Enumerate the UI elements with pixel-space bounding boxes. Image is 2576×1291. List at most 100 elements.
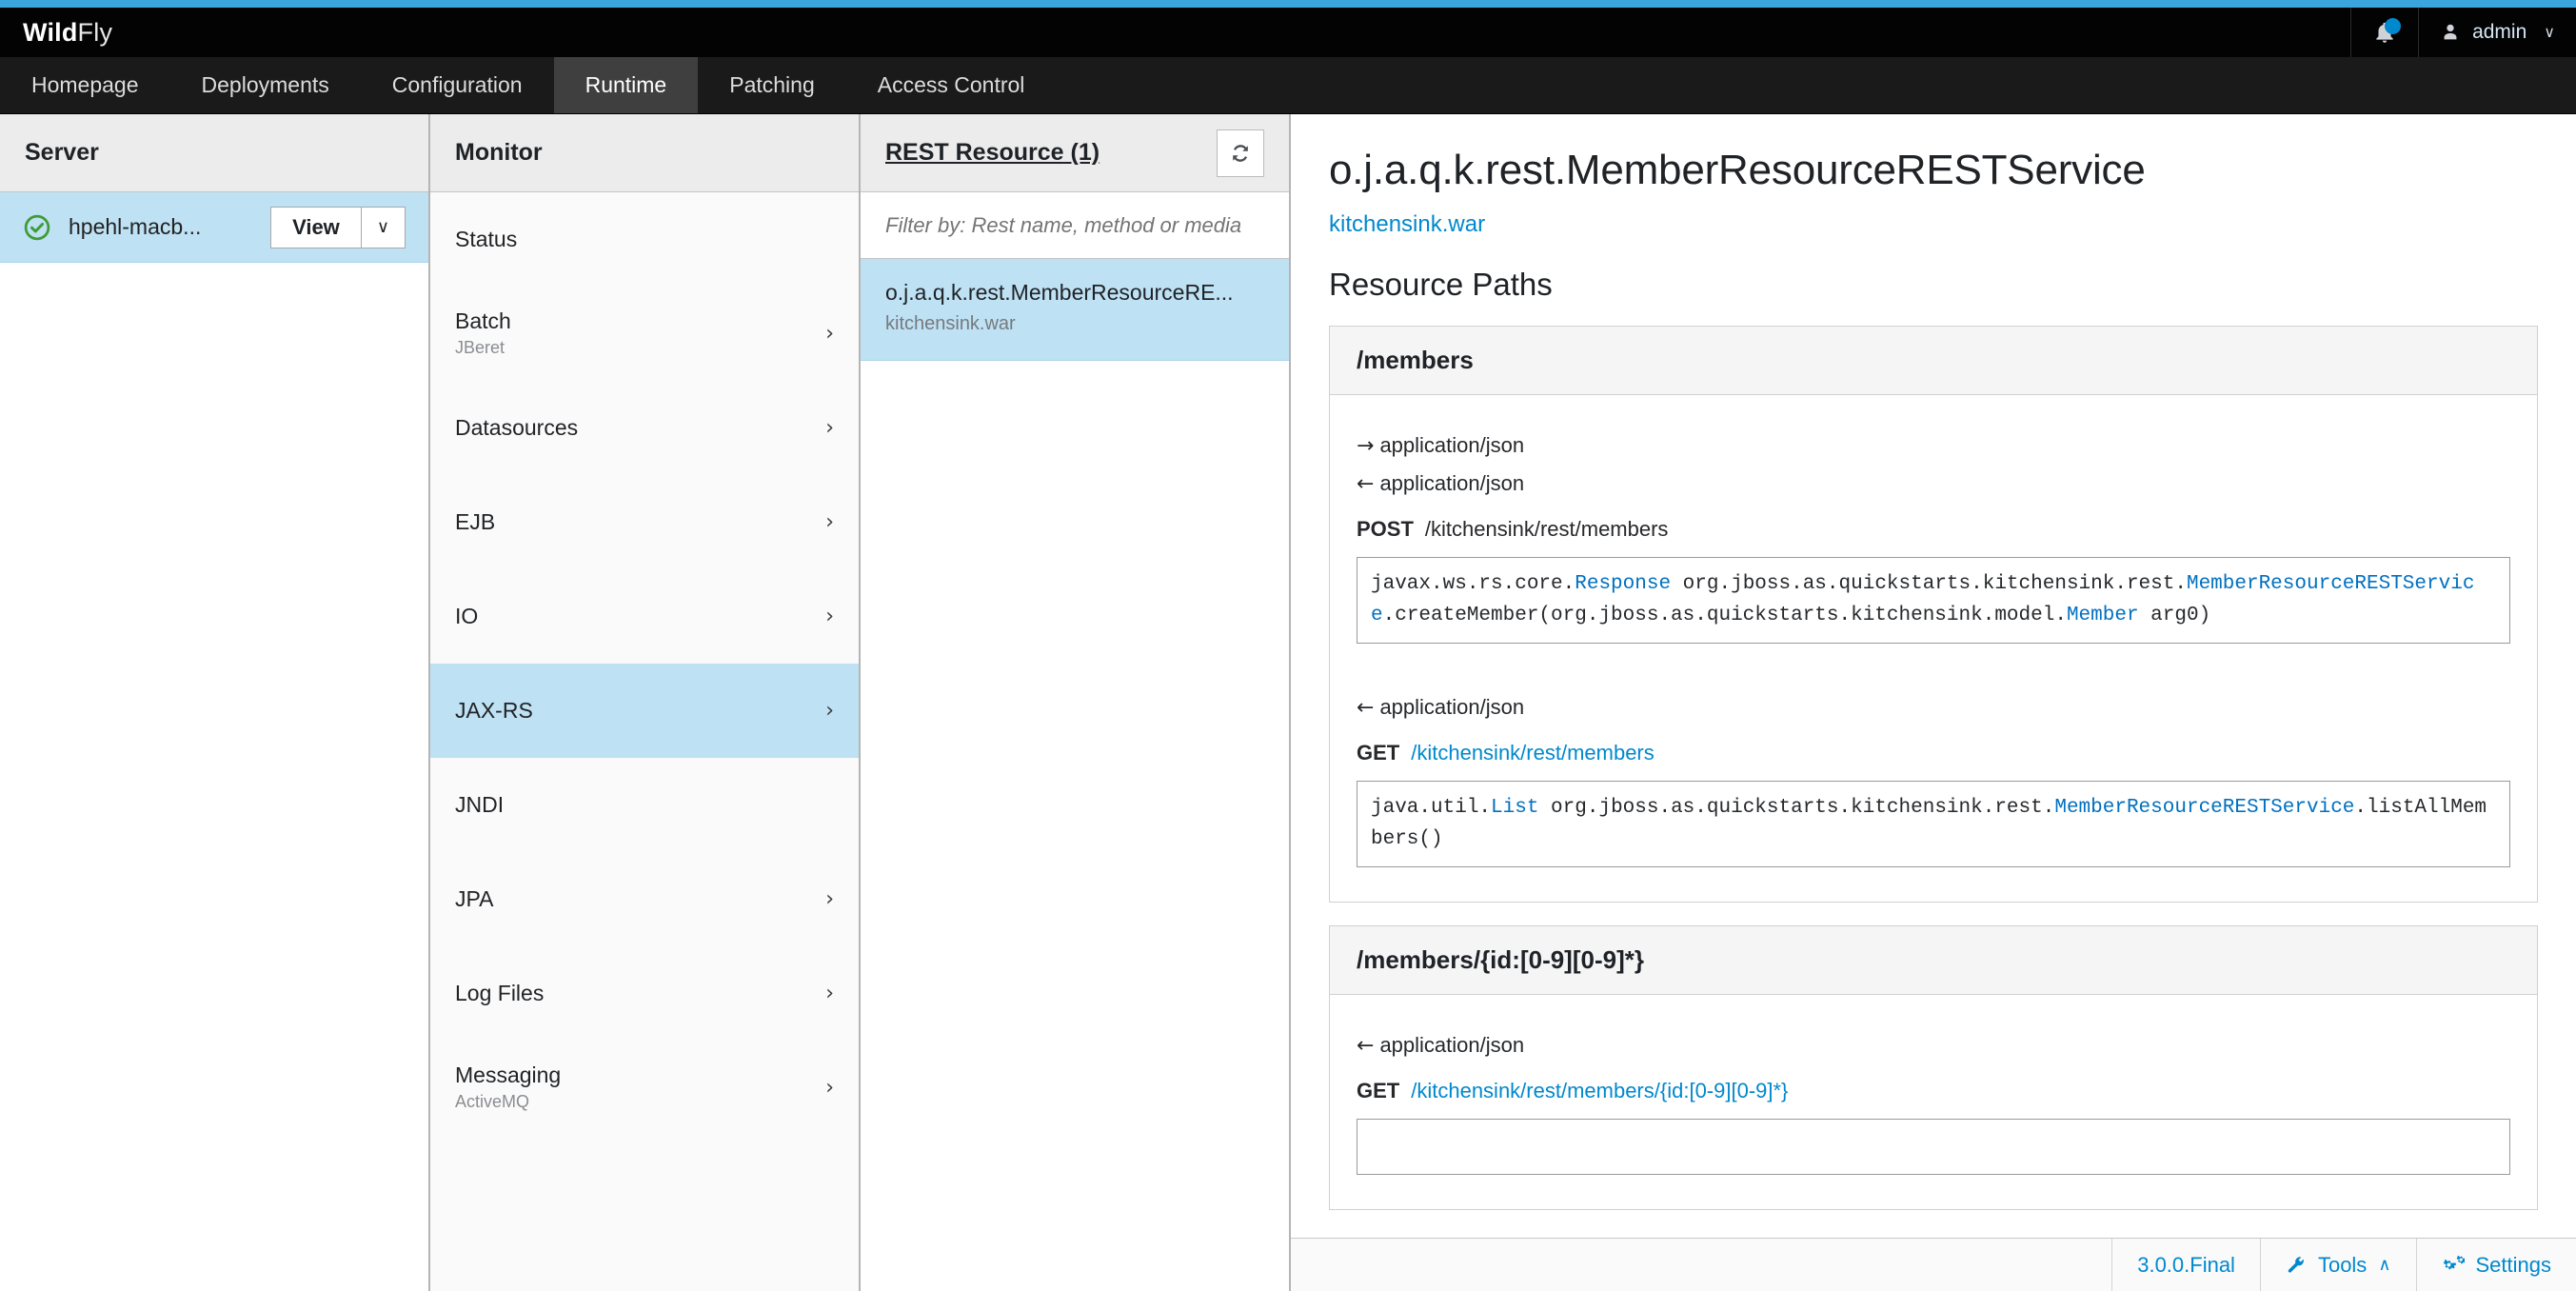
monitor-item-datasources[interactable]: Datasources › (430, 381, 859, 475)
monitor-item-label: JPA (455, 885, 494, 911)
rest-resource-column: REST Resource (1) o.j.a.q.k.rest.MemberR… (861, 114, 1291, 1291)
resource-url-link[interactable]: /kitchensink/rest/members (1411, 741, 1655, 765)
deployment-link[interactable]: kitchensink.war (1329, 211, 1485, 238)
rest-filter-container (861, 192, 1289, 259)
server-actions: View ∨ (270, 206, 406, 248)
monitor-item-text: JNDI (455, 792, 504, 818)
code-token: javax.ws.rs.core. (1371, 573, 1575, 595)
server-column: Server hpehl-macb... View ∨ (0, 114, 430, 1291)
chevron-up-icon: ∧ (2378, 1255, 2391, 1275)
monitor-item-jax-rs[interactable]: JAX-RS › (430, 664, 859, 758)
monitor-item-text: Log Files (455, 981, 544, 1006)
finder-columns: Server hpehl-macb... View ∨ Monitor Stat… (0, 114, 2576, 1291)
monitor-item-label: Log Files (455, 980, 545, 1005)
notifications-button[interactable] (2350, 8, 2418, 57)
monitor-item-sublabel: ActiveMQ (455, 1092, 530, 1111)
monitor-item-label: JNDI (455, 791, 505, 817)
arrow-left-icon: ← (1357, 696, 1375, 721)
monitor-item-label: JAX-RS (455, 697, 533, 723)
monitor-item-label: Datasources (455, 414, 579, 440)
nav-item-access-control[interactable]: Access Control (846, 57, 1057, 113)
view-button[interactable]: View (270, 206, 362, 248)
nav-item-deployments[interactable]: Deployments (170, 57, 361, 113)
resource-url-link[interactable]: /kitchensink/rest/members/{id:[0-9][0-9]… (1411, 1079, 1788, 1102)
chevron-right-icon: › (825, 509, 834, 534)
monitor-item-jpa[interactable]: JPA › (430, 852, 859, 946)
rest-resource-list-item[interactable]: o.j.a.q.k.rest.MemberResourceRE... kitch… (861, 259, 1289, 361)
status-footer: 3.0.0.Final Tools ∧ Settings (1291, 1238, 2576, 1291)
nav-item-homepage[interactable]: Homepage (0, 57, 170, 113)
monitor-item-text: Batch JBeret (455, 308, 511, 358)
monitor-item-ejb[interactable]: EJB › (430, 475, 859, 569)
monitor-item-label: EJB (455, 508, 496, 534)
method-row-get: GET/kitchensink/rest/members (1357, 741, 2510, 765)
produces-media-type: ← application/json (1357, 471, 2510, 496)
consumes-media-type: → application/json (1357, 433, 2510, 458)
tools-label: Tools (2317, 1252, 2368, 1277)
rest-resource-deployment: kitchensink.war (885, 313, 1016, 334)
page-title: o.j.a.q.k.rest.MemberResourceRESTService (1329, 147, 2146, 193)
settings-label: Settings (2475, 1252, 2552, 1277)
rest-column-title-text: REST Resource (885, 139, 1064, 166)
media-type-label: application/json (1379, 1033, 1525, 1058)
server-dropdown-toggle[interactable]: ∨ (361, 206, 406, 248)
code-token: java.util. (1371, 797, 1492, 820)
user-menu[interactable]: admin ∨ (2418, 8, 2576, 57)
code-token: .createMember(org.jboss.as.quickstarts.k… (1382, 604, 2067, 626)
server-list-item[interactable]: hpehl-macb... View ∨ (0, 192, 428, 263)
nav-item-configuration[interactable]: Configuration (361, 57, 554, 113)
monitor-item-status[interactable]: Status (430, 192, 859, 287)
server-name-label: hpehl-macb... (69, 214, 202, 239)
resource-path-title: /members/{id:[0-9][0-9]*} (1330, 926, 2537, 996)
refresh-button[interactable] (1217, 129, 1264, 177)
app-header: Wild Fly admin ∨ (0, 8, 2576, 57)
monitor-item-batch[interactable]: Batch JBeret › (430, 287, 859, 381)
chevron-right-icon: › (825, 1075, 834, 1100)
arrow-left-icon: ← (1357, 472, 1375, 496)
resource-path-title: /members (1330, 327, 2537, 395)
monitor-item-messaging[interactable]: Messaging ActiveMQ › (430, 1041, 859, 1135)
nav-item-runtime[interactable]: Runtime (553, 57, 699, 113)
username-label: admin (2472, 21, 2527, 43)
http-method-label: POST (1357, 517, 1414, 541)
monitor-item-text: Status (455, 227, 517, 252)
code-token: arg0) (2138, 604, 2211, 626)
media-type-label: application/json (1379, 471, 1525, 495)
wildfly-console: Wild Fly admin ∨ Homepage Deployments Co… (0, 0, 2576, 1291)
monitor-item-text: JAX-RS (455, 698, 533, 724)
resource-url: /kitchensink/rest/members (1424, 517, 1669, 541)
monitor-column-header: Monitor (430, 114, 859, 192)
refresh-icon (1228, 141, 1253, 166)
brand-light: Fly (77, 17, 113, 47)
rest-filter-input[interactable] (885, 212, 1264, 238)
monitor-column: Monitor Status Batch JBeret › Datasource… (430, 114, 861, 1291)
notification-badge (2385, 18, 2402, 34)
code-class-token: MemberResourceRESTService (2054, 797, 2355, 820)
rest-resource-name: o.j.a.q.k.rest.MemberResourceRE... (885, 280, 1234, 305)
tools-button[interactable]: Tools ∧ (2259, 1239, 2416, 1291)
nav-item-patching[interactable]: Patching (698, 57, 846, 113)
monitor-item-log-files[interactable]: Log Files › (430, 946, 859, 1041)
arrow-right-icon: → (1357, 434, 1375, 458)
chevron-right-icon: › (825, 604, 834, 628)
chevron-down-icon: ∨ (2544, 25, 2555, 41)
monitor-column-title: Monitor (455, 139, 543, 166)
settings-button[interactable]: Settings (2415, 1239, 2576, 1291)
rest-column-title[interactable]: REST Resource (1) (885, 139, 1100, 167)
version-label[interactable]: 3.0.0.Final (2111, 1239, 2260, 1291)
monitor-item-sublabel: JBeret (455, 338, 505, 357)
resource-path-panel: /members/{id:[0-9][0-9]*} ← application/j… (1329, 925, 2538, 1210)
main-navigation: Homepage Deployments Configuration Runti… (0, 57, 2576, 114)
brand-logo[interactable]: Wild Fly (0, 8, 112, 57)
monitor-item-text: Messaging ActiveMQ (455, 1063, 561, 1112)
monitor-item-label: IO (455, 603, 479, 628)
detail-panel: o.j.a.q.k.rest.MemberResourceRESTService… (1291, 114, 2576, 1291)
java-signature-post: javax.ws.rs.core.Response org.jboss.as.q… (1357, 557, 2510, 645)
code-class-token: List (1491, 797, 1539, 820)
monitor-item-io[interactable]: IO › (430, 569, 859, 664)
monitor-item-jndi[interactable]: JNDI (430, 758, 859, 852)
code-class-token: Response (1575, 573, 1672, 595)
method-row-post: POST/kitchensink/rest/members (1357, 517, 2510, 542)
gears-icon (2442, 1255, 2465, 1276)
